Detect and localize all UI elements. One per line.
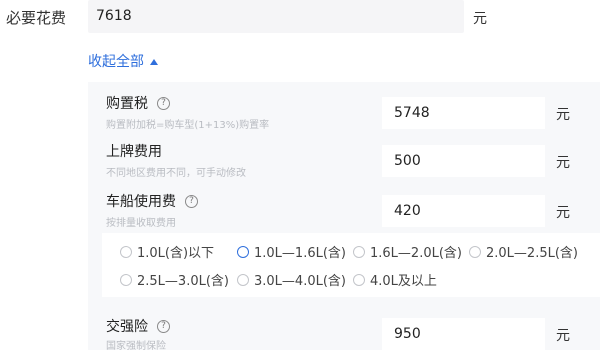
registration-fee-subtitle: 不同地区费用不同，可手动修改 [106,168,246,179]
caret-up-icon [150,58,158,65]
displacement-option[interactable]: 1.0L—1.6L(含) [237,242,346,261]
registration-fee-label: 上牌费用 [106,144,162,160]
compulsory-insurance-unit: 元 [556,328,570,344]
displacement-option[interactable]: 4.0L及以上 [353,270,437,289]
vehicle-tax-input[interactable]: 420 [382,195,545,227]
purchase-tax-label: 购置税 [106,96,148,112]
purchase-tax-input[interactable]: 5748 [382,97,545,129]
radio-selected-icon [237,245,249,258]
radio-icon [353,273,365,286]
vehicle-tax-title: 车船使用费 ? [106,191,198,211]
compulsory-insurance-title: 交强险 ? [106,316,170,336]
radio-icon [120,245,132,258]
radio-icon [237,273,249,286]
collapse-all-toggle[interactable]: 收起全部 [88,51,158,71]
displacement-option[interactable]: 1.6L—2.0L(含) [353,242,462,261]
purchase-tax-subtitle: 购置附加税=购车型(1+13%)购置率 [106,120,270,131]
vehicle-tax-label: 车船使用费 [106,194,176,210]
displacement-option[interactable]: 3.0L—4.0L(含) [237,270,346,289]
help-icon[interactable]: ? [157,96,170,110]
purchase-tax-unit: 元 [556,107,570,123]
radio-icon [120,273,132,286]
registration-fee-title: 上牌费用 [106,141,162,161]
registration-fee-unit: 元 [556,155,570,171]
vehicle-tax-unit: 元 [556,205,570,221]
displacement-option[interactable]: 2.5L—3.0L(含) [120,270,229,289]
collapse-all-label: 收起全部 [88,54,144,70]
help-icon[interactable]: ? [185,194,198,208]
displacement-option[interactable]: 2.0L—2.5L(含) [469,242,578,261]
required-cost-label: 必要花费 [6,9,67,27]
vehicle-tax-subtitle: 按排量收取费用 [106,218,176,229]
displacement-option[interactable]: 1.0L(含)以下 [120,242,214,261]
radio-icon [469,245,481,258]
registration-fee-input[interactable]: 500 [382,145,545,177]
required-cost-unit: 元 [473,11,487,27]
required-cost-field: 7618 [88,0,464,33]
compulsory-insurance-label: 交强险 [106,319,148,335]
displacement-options: 1.0L(含)以下 1.0L—1.6L(含) 1.6L—2.0L(含) 2.0L… [102,233,600,297]
help-icon[interactable]: ? [157,319,170,333]
compulsory-insurance-input[interactable]: 950 [382,318,545,350]
purchase-tax-title: 购置税 ? [106,93,170,113]
radio-icon [353,245,365,258]
